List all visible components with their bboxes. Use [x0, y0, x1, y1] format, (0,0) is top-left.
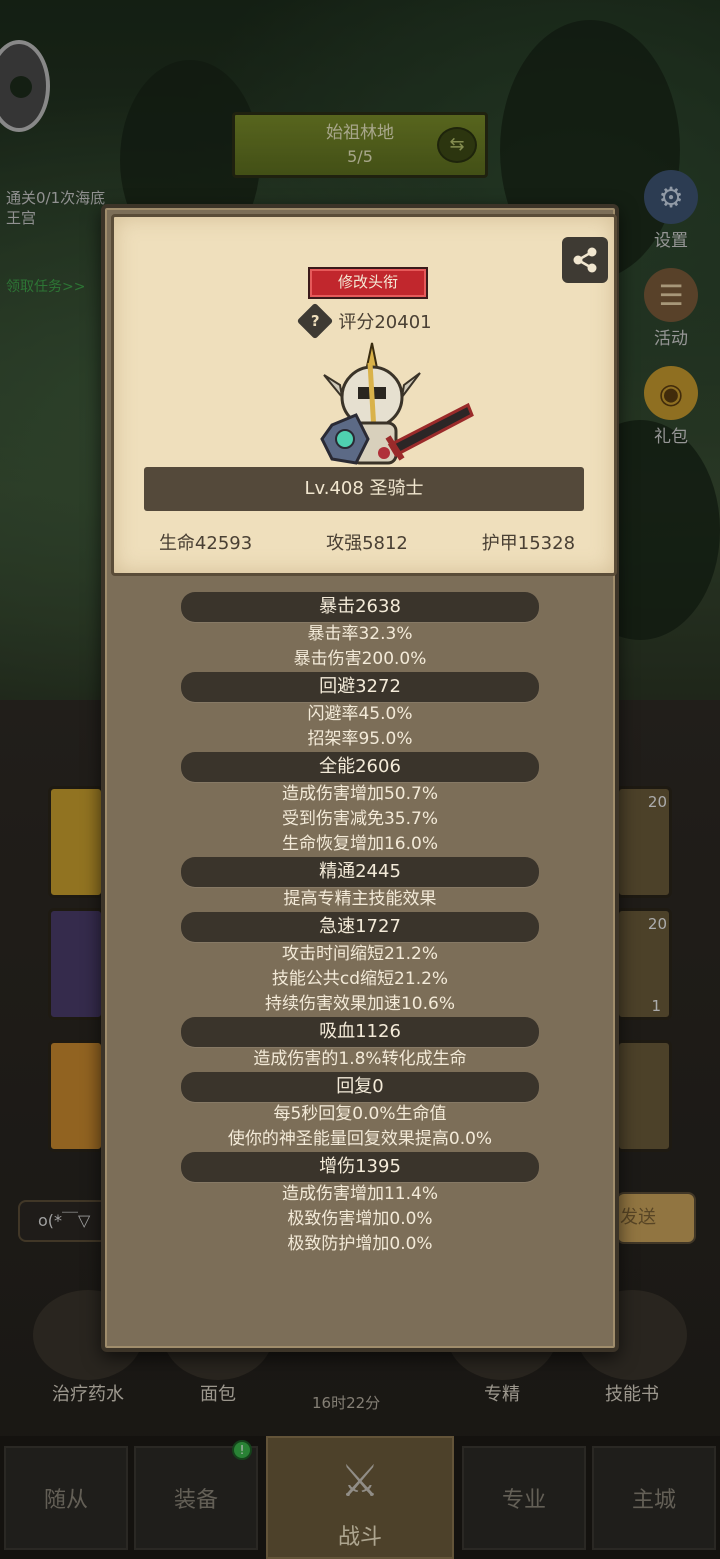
attr-header: 增伤1395 — [181, 1152, 539, 1182]
attr-versatility: 全能2606 造成伤害增加50.7% 受到伤害减免35.7% 生命恢复增加16.… — [105, 752, 615, 857]
score-row: ? 评分20401 — [114, 302, 620, 340]
attr-detail: 受到伤害减免35.7% — [281, 809, 438, 829]
base-stats: 生命42593 攻强5812 护甲15328 — [114, 529, 620, 555]
help-icon[interactable]: ? — [296, 302, 334, 340]
attr-detail: 造成伤害的1.8%转化成生命 — [253, 1049, 467, 1069]
attr-lifesteal: 吸血1126 造成伤害的1.8%转化成生命 — [105, 1017, 615, 1072]
character-panel: 修改头衔 ? 评分20401 Lv.408 圣骑士 生命42593 攻强5812… — [101, 204, 619, 1352]
attr-detail: 极致防护增加0.0% — [287, 1234, 433, 1254]
attr-avoidance: 回避3272 闪避率45.0% 招架率95.0% — [105, 672, 615, 752]
attr-detail: 每5秒回复0.0%生命值 — [273, 1104, 447, 1124]
attr-detail: 造成伤害增加50.7% — [281, 784, 438, 804]
level-class-bar: Lv.408 圣骑士 — [144, 467, 584, 511]
attr-detail: 造成伤害增加11.4% — [281, 1184, 438, 1204]
attr-detail: 闪避率45.0% — [307, 704, 413, 724]
attr-damage-bonus: 增伤1395 造成伤害增加11.4% 极致伤害增加0.0% 极致防护增加0.0% — [105, 1152, 615, 1257]
paladin-avatar — [320, 342, 474, 465]
share-button[interactable] — [562, 237, 608, 283]
attr-header: 精通2445 — [181, 857, 539, 887]
attr-detail: 暴击伤害200.0% — [293, 649, 427, 669]
attr-header: 吸血1126 — [181, 1017, 539, 1047]
stat-attack-power: 攻强5812 — [326, 533, 408, 554]
attr-detail: 暴击率32.3% — [307, 624, 413, 644]
attribute-list: 暴击2638 暴击率32.3% 暴击伤害200.0% 回避3272 闪避率45.… — [105, 592, 615, 1257]
attr-detail: 极致伤害增加0.0% — [287, 1209, 433, 1229]
attr-header: 回复0 — [181, 1072, 539, 1102]
attr-detail: 技能公共cd缩短21.2% — [271, 969, 449, 989]
attr-header: 急速1727 — [181, 912, 539, 942]
score-text: 评分20401 — [338, 312, 432, 333]
character-card: 修改头衔 ? 评分20401 Lv.408 圣骑士 生命42593 攻强5812… — [111, 214, 617, 576]
attr-detail: 提高专精主技能效果 — [283, 889, 437, 909]
attr-header: 暴击2638 — [181, 592, 539, 622]
stat-armor: 护甲15328 — [481, 533, 576, 554]
stat-hp: 生命42593 — [158, 533, 253, 554]
attr-header: 全能2606 — [181, 752, 539, 782]
share-icon — [573, 247, 597, 273]
attr-detail: 使你的神圣能量回复效果提高0.0% — [227, 1129, 493, 1149]
attr-detail: 持续伤害效果加速10.6% — [264, 994, 455, 1014]
attr-crit: 暴击2638 暴击率32.3% 暴击伤害200.0% — [105, 592, 615, 672]
edit-title-button[interactable]: 修改头衔 — [308, 267, 428, 299]
attr-detail: 攻击时间缩短21.2% — [281, 944, 438, 964]
attr-detail: 生命恢复增加16.0% — [281, 834, 438, 854]
attr-header: 回避3272 — [181, 672, 539, 702]
attr-mastery: 精通2445 提高专精主技能效果 — [105, 857, 615, 912]
attr-detail: 招架率95.0% — [307, 729, 413, 749]
attr-regen: 回复0 每5秒回复0.0%生命值 使你的神圣能量回复效果提高0.0% — [105, 1072, 615, 1152]
attr-haste: 急速1727 攻击时间缩短21.2% 技能公共cd缩短21.2% 持续伤害效果加… — [105, 912, 615, 1017]
